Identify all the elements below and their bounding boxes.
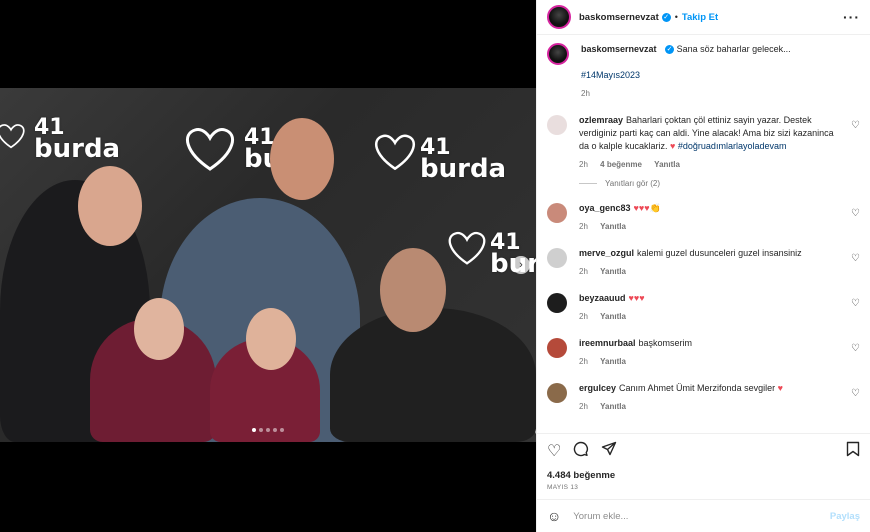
reply-button[interactable]: Yanıtla [600,357,626,366]
commenter-avatar[interactable] [547,203,567,223]
heart-logo [448,231,486,265]
carousel-dot [266,428,270,432]
caption-username[interactable]: baskomsernevzat [581,44,657,54]
author-username[interactable]: baskomsernevzat [579,12,659,23]
heart-emoji: ♥ [670,141,676,151]
comment-time: 2h [579,267,588,276]
bookmark-icon[interactable] [846,441,860,462]
comment-text: başkomserim [638,338,693,348]
comment-like-icon[interactable]: ♡ [851,298,860,309]
comment-icon[interactable] [573,441,589,462]
comment-likes[interactable]: 4 beğenme [600,160,642,169]
comment-text: ♥♥♥👏 [633,203,661,213]
comment-like-icon[interactable]: ♡ [851,208,860,219]
commenter-avatar[interactable] [547,293,567,313]
wall-logo: 41burda [420,135,507,184]
author-avatar[interactable] [547,43,569,65]
commenter-avatar[interactable] [547,248,567,268]
commenter-avatar[interactable] [547,115,567,135]
comment-time: 2h [579,160,588,169]
comment-hashtag[interactable]: #doğruadımlarlayoladevam [678,141,787,151]
likes-count[interactable]: 4.484 beğenme [537,470,870,481]
comment-time: 2h [579,402,588,411]
separator: • [674,12,678,22]
person-face [78,166,142,246]
comment-like-icon[interactable]: ♡ [851,120,860,131]
reply-button[interactable]: Yanıtla [654,160,680,169]
comment-item: ireemnurbaal başkomserim 2h Yanıtla ♡ [547,337,860,368]
comment-username[interactable]: ozlemraay [579,115,623,125]
comment-time: 2h [579,357,588,366]
post-photo[interactable]: 41burda 41burda 41burda 41burda 41burda [0,88,536,442]
comment-input[interactable]: Yorum ekle... [573,511,628,522]
caption-text: Sana söz baharlar gelecek... [676,44,791,54]
caption: baskomsernevzat ✓ Sana söz baharlar gele… [547,43,860,100]
person-face [246,308,296,370]
comment-time: 2h [579,222,588,231]
person-face [270,118,334,200]
carousel-dot [259,428,263,432]
comment-like-icon[interactable]: ♡ [851,343,860,354]
comment-like-icon[interactable]: ♡ [851,253,860,264]
comment-text: Canım Ahmet Ümit Merzifonda sevgiler [619,383,778,393]
comment-username[interactable]: beyzaauud [579,293,626,303]
post-modal: 41burda 41burda 41burda 41burda 41burda [0,0,870,532]
post-date: MAYIS 13 [547,484,579,491]
post-header: baskomsernevzat ✓ • Takip Et ··· [537,0,870,35]
author-avatar[interactable] [547,5,571,29]
commenter-avatar[interactable] [547,338,567,358]
carousel-dot [252,428,256,432]
reply-button[interactable]: Yanıtla [600,312,626,321]
wall-logo: 41burda [34,115,121,164]
comment-username[interactable]: ergulcey [579,383,616,393]
reply-button[interactable]: Yanıtla [600,402,626,411]
person-face [380,248,446,332]
heart-icon[interactable]: ♡ [547,441,561,461]
commenter-avatar[interactable] [547,383,567,403]
post-comment-button[interactable]: Paylaş [830,511,860,522]
comment-item: merve_ozgul kalemi guzel dusunceleri guze… [547,247,860,278]
next-image-button[interactable]: › [512,256,530,274]
verified-icon: ✓ [661,12,671,22]
reply-button[interactable]: Yanıtla [600,267,626,276]
caption-time: 2h [581,89,590,98]
heart-logo [185,128,235,171]
comment-item: beyzaauud ♥♥♥ 2h Yanıtla ♡ [547,292,860,323]
carousel-dots [0,428,536,432]
carousel-dot [273,428,277,432]
add-comment-bar: ☺ Yorum ekle... Paylaş [537,499,870,532]
person-man-right [330,308,536,442]
follow-button[interactable]: Takip Et [682,12,718,23]
comment-item: ozlemraay Baharlari çoktan çöl ettiniz sa… [547,114,860,171]
comment-text: ♥♥♥ [628,293,645,303]
comment-like-icon[interactable]: ♡ [851,388,860,399]
reply-button[interactable]: Yanıtla [600,222,626,231]
action-bar: ♡ [537,433,870,468]
heart-logo [0,124,25,149]
comment-username[interactable]: merve_ozgul [579,248,634,258]
verified-icon: ✓ [665,45,675,55]
person-face [134,298,184,360]
comment-text: kalemi guzel dusunceleri guzel insansini… [637,248,802,258]
emoji-icon[interactable]: ☺ [547,508,561,524]
comment-username[interactable]: oya_genc83 [579,203,631,213]
comment-item: oya_genc83 ♥♥♥👏 2h Yanıtla ♡ [547,202,860,233]
comments-list[interactable]: baskomsernevzat ✓ Sana söz baharlar gele… [537,35,870,433]
comment-time: 2h [579,312,588,321]
caption-hashtag[interactable]: #14Mayıs2023 [581,70,640,80]
heart-emoji: ♥ [777,383,783,393]
more-icon[interactable]: ··· [843,9,860,25]
post-media[interactable]: 41burda 41burda 41burda 41burda 41burda [0,0,536,532]
view-replies-button[interactable]: Yanıtları gör (2) [579,179,860,188]
heart-logo [374,134,416,171]
post-sidebar: baskomsernevzat ✓ • Takip Et ··· baskoms… [536,0,870,532]
comment-username[interactable]: ireemnurbaal [579,338,636,348]
comment-item: ergulcey Canım Ahmet Ümit Merzifonda sevg… [547,382,860,413]
carousel-dot [280,428,284,432]
share-icon[interactable] [601,441,617,462]
